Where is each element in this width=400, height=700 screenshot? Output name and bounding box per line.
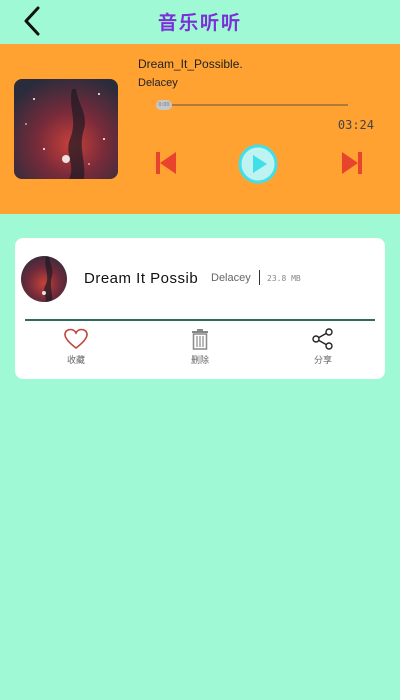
divider — [259, 270, 260, 285]
progress-slider[interactable]: 0:00 — [156, 100, 348, 110]
song-title: Dream_It_Possible. — [138, 57, 243, 71]
share-label: 分享 — [313, 356, 332, 366]
file-size: 23.8 MB — [267, 274, 301, 283]
top-bar: 音乐听听 — [0, 0, 400, 44]
skip-next-icon — [342, 152, 362, 174]
page-title: 音乐听听 — [157, 12, 242, 34]
song-card-title: Dream It Possib — [84, 270, 199, 287]
favorite-button[interactable]: 收藏 — [46, 328, 106, 366]
now-playing-panel: Dream_It_Possible. Delacey 0:00 03:24 — [0, 44, 400, 214]
song-card-artist: Delacey — [211, 272, 251, 284]
share-button[interactable]: 分享 — [293, 328, 353, 366]
song-artist: Delacey — [138, 77, 178, 89]
progress-thumb[interactable]: 0:00 — [156, 100, 172, 110]
heart-icon — [64, 328, 88, 350]
previous-button[interactable] — [154, 150, 178, 176]
play-button[interactable] — [238, 144, 278, 184]
trash-icon — [192, 329, 208, 350]
favorite-label: 收藏 — [66, 356, 85, 366]
total-time: 03:24 — [337, 118, 374, 132]
divider — [25, 319, 375, 321]
play-icon — [238, 144, 278, 184]
delete-label: 删除 — [190, 356, 209, 366]
song-card[interactable]: Dream It Possib Delacey 23.8 MB 收藏 删除 分享 — [15, 238, 385, 379]
album-cover[interactable] — [14, 79, 118, 179]
next-button[interactable] — [340, 150, 364, 176]
share-icon — [312, 328, 333, 350]
song-thumbnail — [21, 256, 67, 302]
delete-button[interactable]: 删除 — [170, 328, 230, 366]
skip-previous-icon — [156, 152, 176, 174]
